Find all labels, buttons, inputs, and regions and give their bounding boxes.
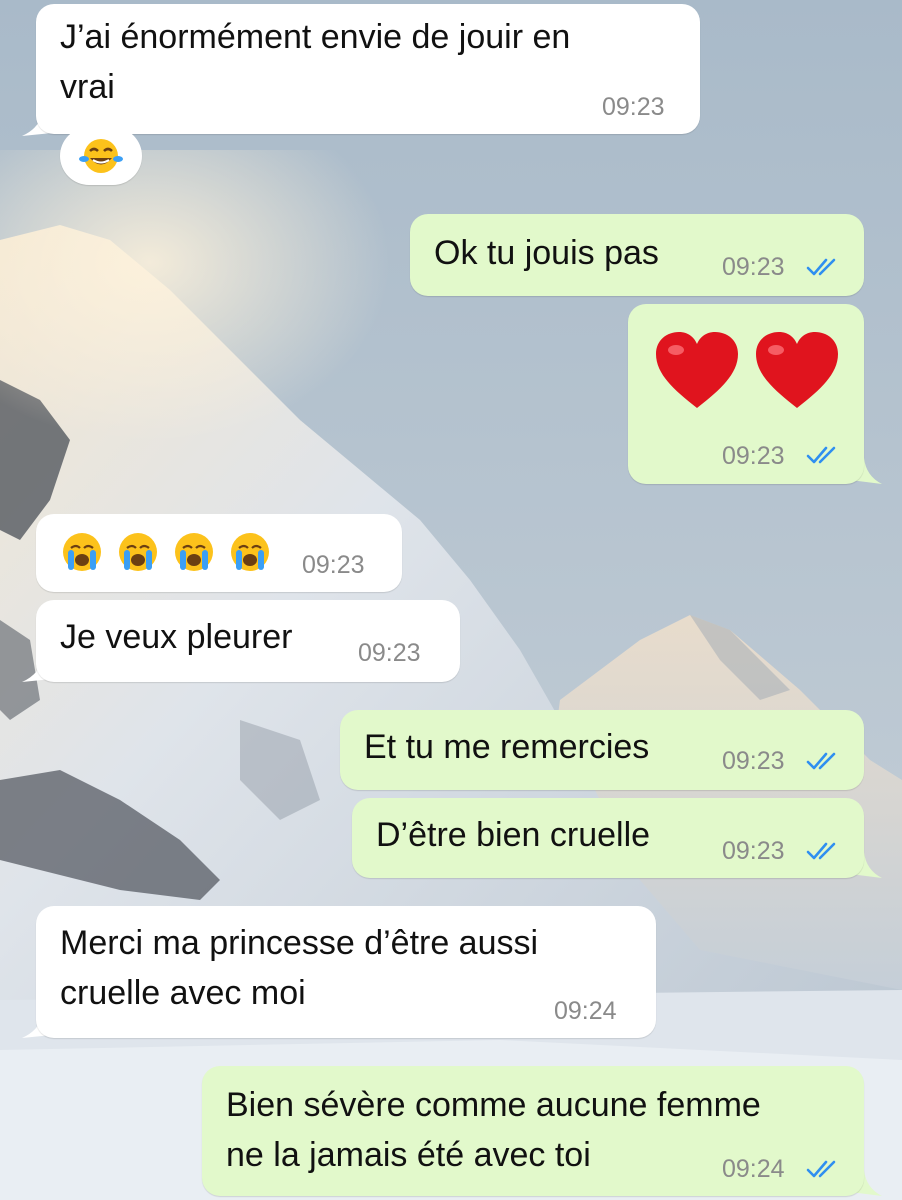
message-bubble-outgoing[interactable]: D’être bien cruelle 09:23 <box>352 798 864 878</box>
message-bubble-incoming[interactable]: Je veux pleurer 09:23 <box>36 600 460 682</box>
message-text: Merci ma princesse d’être aussi cruelle … <box>60 924 539 1012</box>
message-bubble-incoming[interactable]: Merci ma princesse d’être aussi cruelle … <box>36 906 656 1038</box>
message-bubble-incoming[interactable]: 09:23 <box>36 514 402 592</box>
message-bubble-outgoing[interactable]: Et tu me remercies 09:23 <box>340 710 864 790</box>
message-text: Et tu me remercies <box>364 728 650 766</box>
message-timestamp: 09:23 <box>722 442 785 470</box>
message-text: Ok tu jouis pas <box>434 234 659 272</box>
message-timestamp: 09:24 <box>554 997 617 1025</box>
loudly-crying-face-icon <box>63 533 269 571</box>
message-bubble-outgoing[interactable]: Ok tu jouis pas 09:23 <box>410 214 864 296</box>
red-heart-icon <box>756 332 838 408</box>
message-text: D’être bien cruelle <box>376 816 651 854</box>
message-text: Je veux pleurer <box>60 618 293 656</box>
double-check-read-icon <box>806 842 836 860</box>
message-timestamp: 09:23 <box>722 837 785 865</box>
double-check-read-icon <box>806 258 836 276</box>
face-with-tears-of-joy-icon <box>79 139 123 173</box>
message-bubble-incoming[interactable]: J’ai énormément envie de jouir en vrai 0… <box>36 4 700 134</box>
message-timestamp: 09:23 <box>722 747 785 775</box>
reaction-chip[interactable] <box>60 127 142 185</box>
double-check-read-icon <box>806 752 836 770</box>
double-check-read-icon <box>806 446 836 464</box>
message-bubble-outgoing[interactable]: 09:23 <box>628 304 864 484</box>
message-bubble-outgoing[interactable]: Bien sévère comme aucune femme ne la jam… <box>202 1066 864 1196</box>
message-timestamp: 09:24 <box>722 1155 785 1183</box>
message-text: Bien sévère comme aucune femme ne la jam… <box>226 1086 761 1174</box>
message-timestamp: 09:23 <box>302 551 365 579</box>
message-timestamp: 09:23 <box>722 253 785 281</box>
red-heart-icon <box>656 332 738 408</box>
message-timestamp: 09:23 <box>358 639 421 667</box>
message-timestamp: 09:23 <box>602 93 665 121</box>
double-check-read-icon <box>806 1160 836 1178</box>
message-text: J’ai énormément envie de jouir en vrai <box>60 18 571 106</box>
